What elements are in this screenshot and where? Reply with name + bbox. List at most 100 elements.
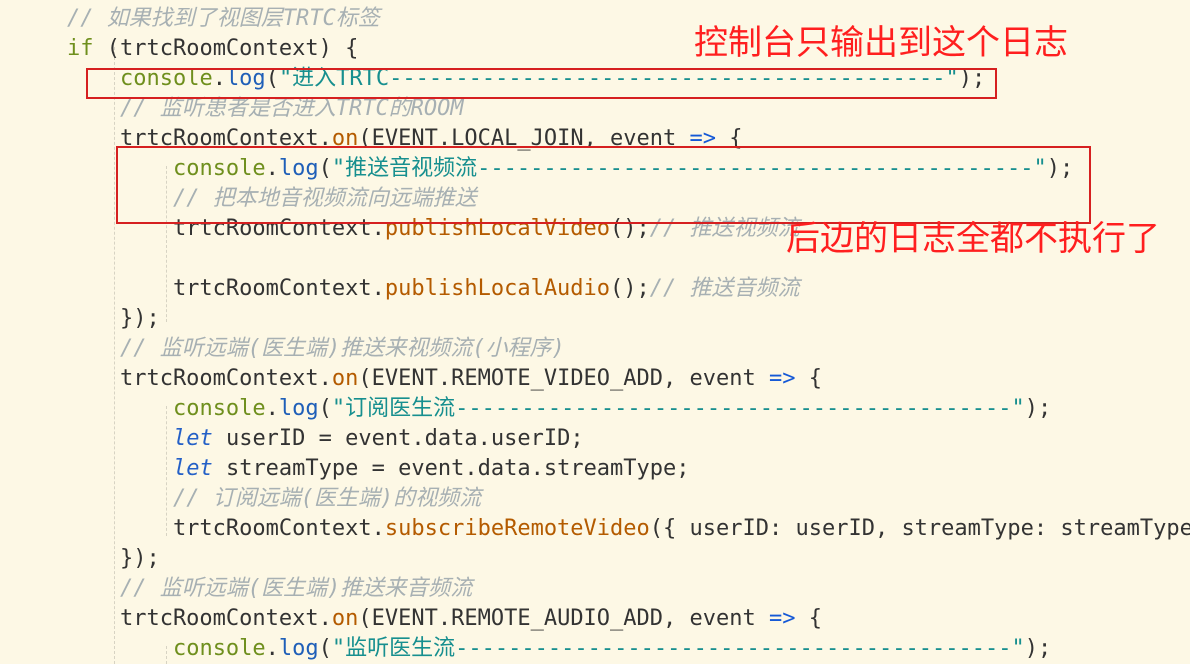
code-token: (EVENT.REMOTE_VIDEO_ADD, event: [358, 366, 769, 391]
code-token: (: [265, 66, 279, 91]
code-token: =>: [689, 126, 717, 151]
code-token: on: [331, 366, 359, 391]
code-token: =>: [769, 606, 796, 631]
code-token: (: [318, 156, 332, 181]
code-token: .: [265, 156, 279, 181]
code-token: ();: [610, 216, 650, 241]
code-token: console: [172, 636, 266, 661]
code-token: .: [265, 636, 279, 661]
code-token: );: [958, 66, 986, 91]
code-token: trtcRoomContext.: [14, 516, 385, 541]
code-line: let userID = event.data.userID;: [14, 424, 584, 454]
code-line: trtcRoomContext.on(EVENT.REMOTE_AUDIO_AD…: [14, 604, 822, 634]
code-token: // 推送音频流: [649, 276, 800, 301]
code-token: });: [14, 546, 160, 571]
code-token: (EVENT.LOCAL_JOIN, event: [358, 126, 690, 151]
code-token: "推送音视频流---------------------------------…: [331, 156, 1047, 181]
code-token: log: [278, 396, 319, 421]
code-token: (trtcRoomContext) {: [93, 36, 359, 61]
code-token: "订阅医生流----------------------------------…: [331, 396, 1025, 421]
code-token: trtcRoomContext.: [14, 606, 332, 631]
code-token: "监听医生流----------------------------------…: [331, 636, 1025, 661]
annotation-later-logs-note: 后边的日志全都不执行了: [786, 219, 1160, 259]
code-line: console.log("监听医生流----------------------…: [14, 634, 1051, 664]
code-line: trtcRoomContext.on(EVENT.REMOTE_VIDEO_AD…: [14, 364, 822, 394]
code-token: let: [172, 456, 213, 481]
code-token: on: [331, 606, 359, 631]
code-line: trtcRoomContext.on(EVENT.LOCAL_JOIN, eve…: [14, 124, 743, 154]
code-token: log: [278, 156, 319, 181]
code-token: trtcRoomContext.: [14, 366, 332, 391]
code-token: });: [14, 306, 160, 331]
code-line: trtcRoomContext.subscribeRemoteVideo({ u…: [14, 514, 1190, 544]
code-token: );: [1024, 636, 1052, 661]
annotation-console-output-note: 控制台只输出到这个日志: [694, 23, 1068, 63]
code-token: log: [225, 66, 266, 91]
code-line: // 监听远端(医生端)推送来视频流(小程序): [14, 334, 565, 364]
code-editor: // 如果找到了视图层TRTC标签 if (trtcRoomContext) {…: [0, 0, 1190, 664]
code-token: ({ userID: userID, streamType: streamTyp…: [649, 516, 1190, 541]
code-token: userID = event.data.userID;: [212, 426, 584, 451]
code-token: ();: [610, 276, 650, 301]
code-token: // 订阅远端(医生端)的视频流: [172, 486, 482, 511]
code-token: // 如果找到了视图层TRTC标签: [66, 6, 380, 31]
code-token: publishLocalAudio: [384, 276, 611, 301]
code-line: // 把本地音视频流向远端推送: [14, 184, 477, 214]
code-token: console: [172, 156, 266, 181]
code-token: trtcRoomContext.: [14, 276, 385, 301]
code-token: // 把本地音视频流向远端推送: [172, 186, 477, 211]
code-token: (: [318, 396, 332, 421]
code-line: console.log("推送音视频流---------------------…: [14, 154, 1073, 184]
code-token: let: [172, 426, 213, 451]
code-token: trtcRoomContext.: [14, 216, 385, 241]
code-line: // 监听远端(医生端)推送来音频流: [14, 574, 472, 604]
code-token: // 监听远端(医生端)推送来视频流(小程序): [119, 336, 565, 361]
code-token: // 监听远端(医生端)推送来音频流: [119, 576, 473, 601]
code-line: trtcRoomContext.publishLocalVideo();// 推…: [14, 214, 800, 244]
code-token: );: [1046, 156, 1074, 181]
code-token: subscribeRemoteVideo: [384, 516, 650, 541]
code-line: // 订阅远端(医生端)的视频流: [14, 484, 481, 514]
code-token: {: [795, 606, 822, 631]
code-token: console: [119, 66, 213, 91]
code-token: "进入TRTC---------------------------------…: [278, 66, 959, 91]
code-token: publishLocalVideo: [384, 216, 611, 241]
code-token: // 监听患者是否进入TRTC的ROOM: [119, 96, 464, 121]
code-line: console.log("订阅医生流----------------------…: [14, 394, 1051, 424]
code-token: (EVENT.REMOTE_AUDIO_ADD, event: [358, 606, 769, 631]
code-token: console: [172, 396, 266, 421]
code-token: trtcRoomContext.: [14, 126, 332, 151]
code-token: {: [716, 126, 743, 151]
code-line: let streamType = event.data.streamType;: [14, 454, 690, 484]
code-token: );: [1024, 396, 1052, 421]
code-token: (: [318, 636, 332, 661]
code-line: // 如果找到了视图层TRTC标签: [14, 4, 380, 34]
code-line: trtcRoomContext.publishLocalAudio();// 推…: [14, 274, 800, 304]
code-line: if (trtcRoomContext) {: [14, 34, 358, 64]
code-token: if: [66, 36, 94, 61]
code-token: {: [795, 366, 822, 391]
code-line: });: [14, 544, 160, 574]
code-line: });: [14, 304, 160, 334]
code-token: =>: [769, 366, 796, 391]
code-line: console.log("进入TRTC---------------------…: [14, 64, 985, 94]
code-token: .: [265, 396, 279, 421]
code-token: // 推送视频流: [649, 216, 800, 241]
code-token: on: [331, 126, 359, 151]
code-token: .: [212, 66, 226, 91]
code-token: streamType = event.data.streamType;: [212, 456, 690, 481]
code-token: log: [278, 636, 319, 661]
code-line: // 监听患者是否进入TRTC的ROOM: [14, 94, 464, 124]
